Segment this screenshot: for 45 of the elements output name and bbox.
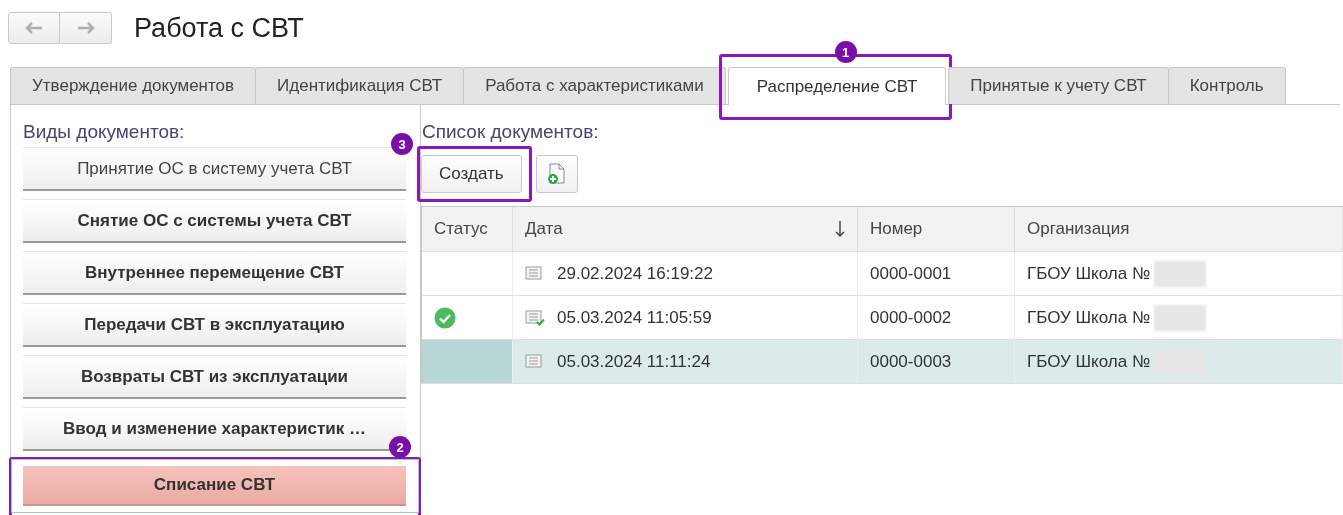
section-heading: Список документов: — [422, 121, 599, 143]
table-row[interactable]: 29.02.2024 16:19:22 0000-0001 ГБОУ Школа № — [422, 252, 1343, 296]
column-header[interactable]: Дата — [513, 207, 858, 251]
document-type-button[interactable]: Списание СВТ — [23, 466, 406, 506]
tab[interactable]: Работа с характеристиками — [463, 67, 726, 104]
number-text: 0000-0001 — [870, 263, 952, 284]
document-type-button[interactable]: Передачи СВТ в эксплуатацию — [23, 303, 406, 347]
organization-text: ГБОУ Школа № — [1027, 307, 1151, 328]
callout-badge: 1 — [834, 41, 857, 63]
arrow-right-icon — [75, 21, 96, 35]
document-icon — [525, 265, 545, 282]
tab[interactable]: Принятые к учету СВТ — [948, 67, 1169, 104]
number-text: 0000-0003 — [870, 351, 952, 372]
column-header[interactable]: Статус — [422, 207, 513, 251]
document-type-button[interactable]: Возвраты СВТ из эксплуатации — [23, 355, 406, 399]
document-check-icon — [525, 309, 545, 326]
document-add-icon — [546, 163, 567, 185]
window-title: Работа с СВТ — [134, 12, 304, 44]
redaction-blur — [1154, 260, 1207, 287]
tab[interactable]: Распределение СВТ — [727, 67, 947, 105]
add-document-button[interactable] — [535, 155, 578, 193]
organization-text: ГБОУ Школа № — [1027, 263, 1151, 284]
column-header[interactable]: Номер — [858, 207, 1015, 251]
number-text: 0000-0002 — [870, 307, 952, 328]
table-row[interactable]: 05.03.2024 11:05:59 0000-0002 ГБОУ Школа № — [422, 296, 1343, 340]
date-text: 05.03.2024 11:05:59 — [557, 307, 712, 328]
callout-badge: 2 — [389, 436, 411, 458]
redaction-blur — [1154, 304, 1207, 331]
column-header[interactable]: Организация — [1015, 207, 1343, 251]
table-row[interactable]: 05.03.2024 11:11:24 0000-0003 ГБОУ Школа № — [422, 340, 1343, 384]
back-button[interactable] — [8, 12, 60, 44]
tab[interactable]: Идентификация СВТ — [255, 67, 465, 104]
forward-button[interactable] — [60, 12, 112, 44]
document-type-button[interactable]: Внутреннее перемещение СВТ — [23, 251, 406, 295]
organization-text: ГБОУ Школа № — [1027, 351, 1151, 372]
tab[interactable]: Контроль — [1167, 67, 1286, 104]
create-button[interactable]: Создать — [421, 155, 522, 193]
document-type-button[interactable]: Снятие ОС с системы учета СВТ — [23, 199, 406, 243]
section-heading: Виды документов: — [23, 121, 185, 143]
date-text: 05.03.2024 11:11:24 — [557, 351, 711, 372]
document-icon — [525, 353, 545, 370]
tab[interactable]: Утверждение документов — [10, 67, 257, 104]
callout-badge: 3 — [391, 133, 413, 155]
arrow-left-icon — [24, 21, 44, 35]
date-text: 29.02.2024 16:19:22 — [557, 263, 713, 284]
